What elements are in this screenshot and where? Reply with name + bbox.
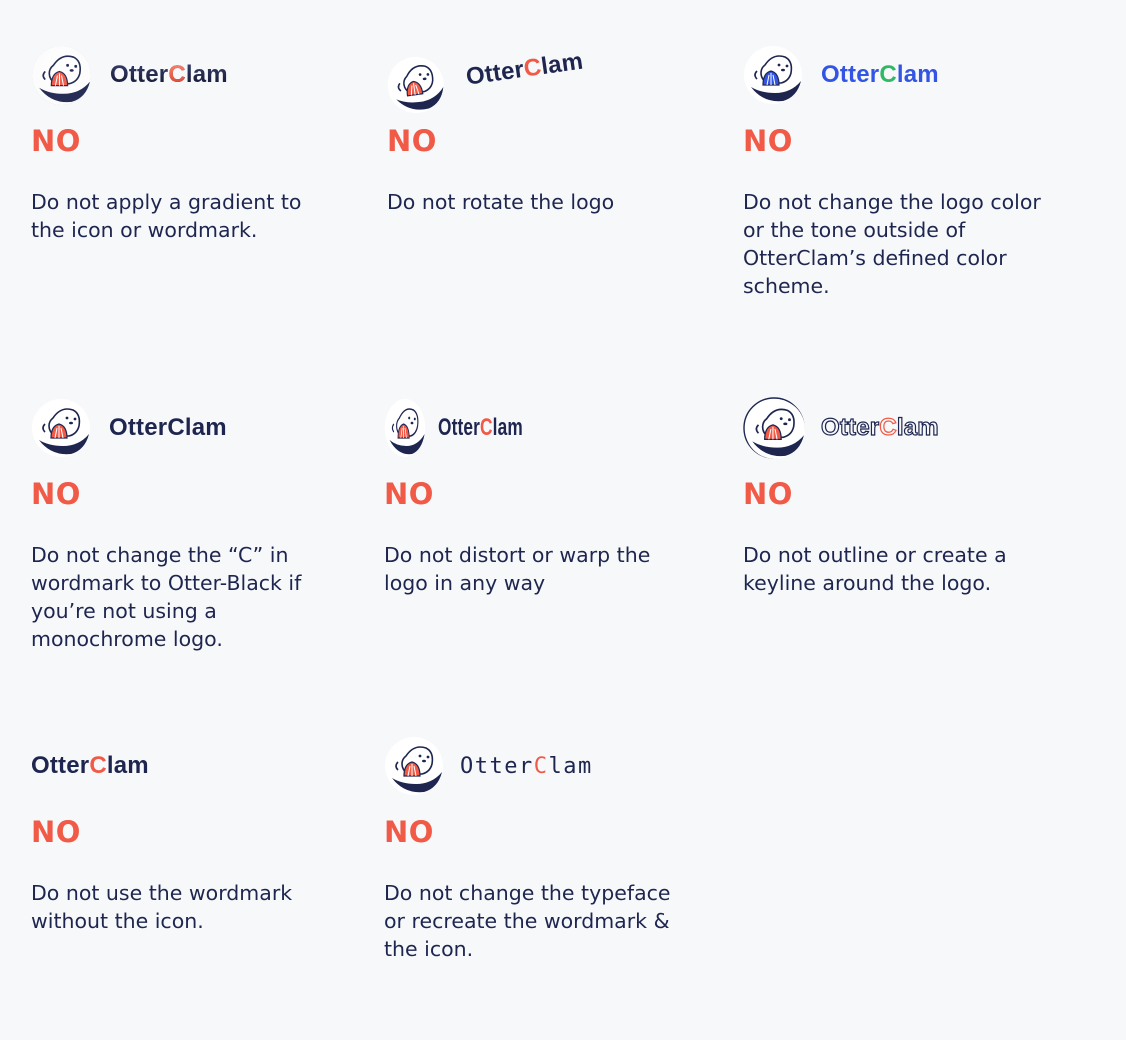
otterclam-wordmark: OtterClam — [821, 61, 939, 88]
otterclam-logo: OtterClam — [743, 44, 939, 106]
rule-description: Do not use the wordmark without the icon… — [31, 881, 293, 933]
no-label: NO — [384, 815, 434, 849]
rule-description: Do not change the “C” in wordmark to Ott… — [31, 543, 302, 651]
otterclam-logo: OtterClam — [31, 44, 228, 106]
otter-clam-icon — [384, 398, 426, 458]
otter-clam-icon — [384, 736, 444, 796]
otter-clam-icon — [743, 45, 803, 105]
no-label: NO — [31, 477, 81, 511]
otterclam-logo: OtterClam — [31, 735, 149, 797]
otterclam-wordmark: OtterClam — [464, 47, 585, 91]
otterclam-wordmark: OtterClam — [820, 413, 939, 441]
otterclam-logo: OtterClam — [384, 397, 556, 459]
rule-description: Do not change the logo color or the tone… — [743, 190, 1041, 298]
rule-description: Do not change the typeface or recreate t… — [384, 881, 671, 961]
otter-clam-icon — [31, 398, 91, 458]
rule-description: Do not outline or create a keyline aroun… — [743, 543, 1007, 595]
no-label: NO — [31, 124, 81, 158]
otter-clam-icon — [743, 397, 805, 459]
no-label: NO — [743, 124, 793, 158]
otterclam-wordmark: OtterClam — [110, 61, 228, 88]
no-label: NO — [743, 477, 793, 511]
otter-clam-icon — [383, 52, 449, 118]
otterclam-logo: OtterClam — [31, 397, 227, 459]
rule-description: Do not apply a gradient to the icon or w… — [31, 190, 302, 242]
no-label: NO — [384, 477, 434, 511]
otterclam-wordmark: OtterClam — [31, 752, 149, 779]
otterclam-wordmark: OtterClam — [460, 753, 593, 779]
otterclam-wordmark: OtterClam — [109, 414, 227, 441]
otterclam-logo: OtterClam — [743, 397, 939, 459]
no-label: NO — [31, 815, 81, 849]
otterclam-logo: OtterClam — [384, 735, 593, 797]
rule-description: Do not rotate the logo — [387, 190, 615, 214]
otter-clam-icon — [31, 45, 92, 106]
no-label: NO — [387, 124, 437, 158]
otterclam-logo: OtterClam — [383, 31, 588, 120]
otterclam-wordmark: OtterClam — [438, 414, 523, 441]
rule-description: Do not distort or warp the logo in any w… — [384, 543, 651, 595]
